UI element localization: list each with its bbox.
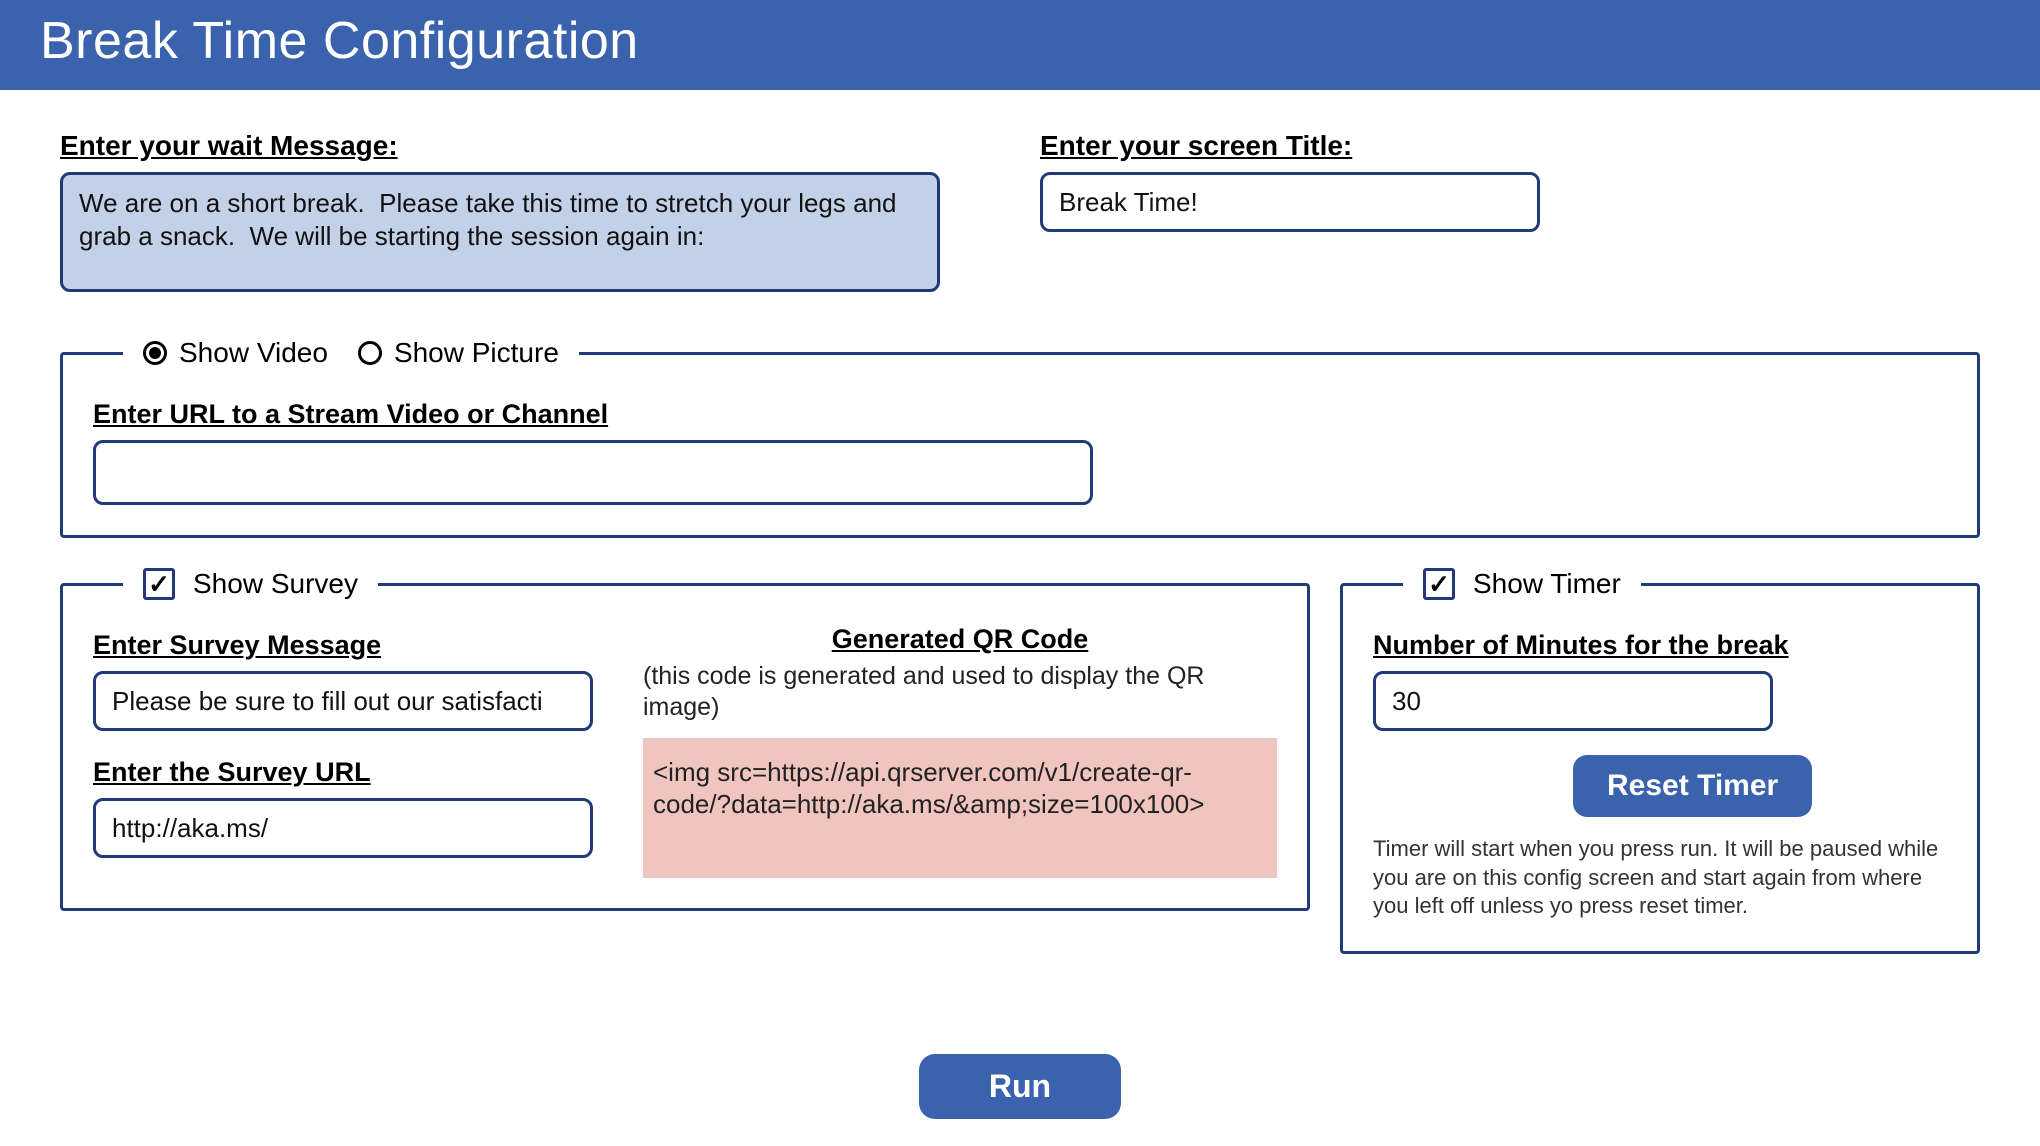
screen-title-input[interactable] [1040, 172, 1540, 232]
minutes-input[interactable] [1373, 671, 1773, 731]
stream-url-input[interactable] [93, 440, 1093, 505]
run-button[interactable]: Run [919, 1054, 1121, 1119]
survey-url-label: Enter the Survey URL [93, 757, 593, 788]
screen-title-label: Enter your screen Title: [1040, 130, 1540, 162]
qr-code-note: (this code is generated and used to disp… [643, 661, 1277, 724]
survey-message-label: Enter Survey Message [93, 630, 593, 661]
stream-url-label: Enter URL to a Stream Video or Channel [93, 399, 1947, 430]
reset-timer-button[interactable]: Reset Timer [1573, 755, 1812, 817]
survey-url-input[interactable] [93, 798, 593, 858]
app-header: Break Time Configuration [0, 0, 2040, 90]
check-icon: ✓ [148, 571, 170, 597]
radio-show-video[interactable]: Show Video [143, 337, 328, 369]
radio-icon [358, 341, 382, 365]
check-icon: ✓ [1428, 571, 1450, 597]
page-title: Break Time Configuration [40, 11, 639, 71]
main-content: Enter your wait Message: Enter your scre… [0, 90, 2040, 1139]
show-survey-checkbox[interactable]: ✓ [143, 568, 175, 600]
qr-code-title: Generated QR Code [643, 624, 1277, 655]
radio-show-video-label: Show Video [179, 337, 328, 369]
radio-icon [143, 341, 167, 365]
wait-message-label: Enter your wait Message: [60, 130, 940, 162]
radio-show-picture[interactable]: Show Picture [358, 337, 559, 369]
survey-message-input[interactable] [93, 671, 593, 731]
qr-code-output: <img src=https://api.qrserver.com/v1/cre… [643, 738, 1277, 878]
show-survey-label: Show Survey [193, 568, 358, 600]
timer-group: ✓ Show Timer Number of Minutes for the b… [1340, 568, 1980, 954]
timer-note: Timer will start when you press run. It … [1373, 835, 1947, 921]
show-timer-label: Show Timer [1473, 568, 1621, 600]
show-timer-checkbox[interactable]: ✓ [1423, 568, 1455, 600]
media-group: Show Video Show Picture Enter URL to a S… [60, 337, 1980, 538]
survey-group: ✓ Show Survey Enter Survey Message Enter… [60, 568, 1310, 911]
minutes-label: Number of Minutes for the break [1373, 630, 1947, 661]
radio-show-picture-label: Show Picture [394, 337, 559, 369]
wait-message-input[interactable] [60, 172, 940, 292]
